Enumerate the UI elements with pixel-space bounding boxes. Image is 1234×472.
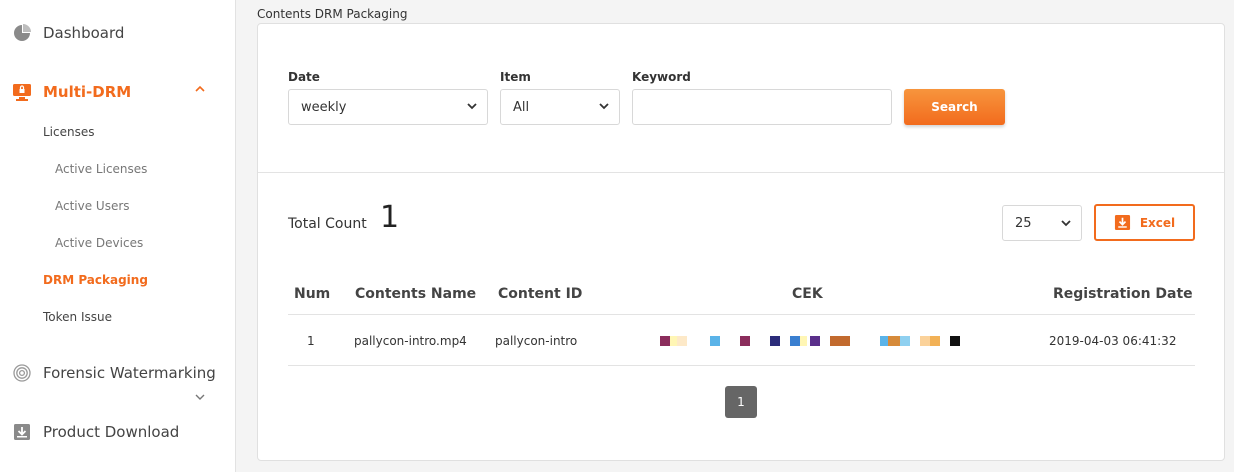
date-select[interactable]: weekly xyxy=(288,89,488,125)
pagination-page-1[interactable]: 1 xyxy=(725,386,757,418)
nav-active-devices[interactable]: Active Devices xyxy=(55,236,143,250)
excel-button[interactable]: Excel xyxy=(1094,204,1195,241)
nav-active-licenses[interactable]: Active Licenses xyxy=(55,162,147,176)
cek-block xyxy=(900,336,910,346)
nav-forensic-label: Forensic Watermarking xyxy=(43,364,216,382)
col-cek-header: CEK xyxy=(792,286,823,302)
cek-block xyxy=(660,336,670,346)
divider xyxy=(258,172,1224,173)
excel-label: Excel xyxy=(1139,215,1176,230)
item-select-value: All xyxy=(513,99,530,115)
cek-block xyxy=(790,336,800,346)
nav-dashboard-label: Dashboard xyxy=(43,24,125,42)
total-count-label: Total Count xyxy=(288,216,367,232)
content-card: Date Item Keyword weekly All Search Tota… xyxy=(257,23,1225,461)
cek-block xyxy=(810,336,820,346)
nav-drm-packaging[interactable]: DRM Packaging xyxy=(43,273,148,287)
page-size-value: 25 xyxy=(1015,215,1032,231)
nav-active-users[interactable]: Active Users xyxy=(55,199,130,213)
nav-token-issue[interactable]: Token Issue xyxy=(43,310,112,324)
download-box-icon xyxy=(1114,214,1130,231)
date-label: Date xyxy=(288,70,320,84)
sidebar: Dashboard Multi-DRM Licenses Active Lice… xyxy=(0,0,236,472)
cell-num: 1 xyxy=(307,334,315,348)
nav-forensic-watermarking[interactable]: Forensic Watermarking xyxy=(12,363,216,383)
page-size-select[interactable]: 25 xyxy=(1002,205,1082,241)
cell-registration-date: 2019-04-03 06:41:32 xyxy=(1049,334,1177,348)
row-divider xyxy=(288,314,1195,315)
cek-block xyxy=(677,336,687,346)
cek-block xyxy=(770,336,780,346)
cell-cek-masked xyxy=(660,336,970,346)
cek-block xyxy=(670,336,677,346)
cek-block xyxy=(930,336,940,346)
cek-block xyxy=(830,336,840,346)
nav-multi-drm-label: Multi-DRM xyxy=(43,83,132,101)
cek-block xyxy=(950,336,960,346)
breadcrumb: Contents DRM Packaging xyxy=(257,7,408,21)
col-num-header: Num xyxy=(294,286,331,302)
nav-multi-drm[interactable]: Multi-DRM xyxy=(12,82,131,102)
cek-block xyxy=(840,336,850,346)
total-count-value: 1 xyxy=(380,200,400,235)
cek-block xyxy=(888,336,900,346)
nav-licenses[interactable]: Licenses xyxy=(43,125,95,139)
cell-contents-name: pallycon-intro.mp4 xyxy=(354,334,467,348)
chevron-down-icon xyxy=(1061,220,1071,227)
cek-block xyxy=(920,336,930,346)
cell-content-id: pallycon-intro xyxy=(495,334,578,348)
chevron-down-icon xyxy=(467,103,477,110)
date-select-value: weekly xyxy=(301,99,347,115)
keyword-label: Keyword xyxy=(632,70,691,84)
col-date-header: Registration Date xyxy=(1053,286,1193,302)
keyword-input[interactable] xyxy=(632,89,892,125)
col-name-header: Contents Name xyxy=(355,286,477,302)
chevron-up-icon[interactable] xyxy=(194,84,206,97)
download-box-icon xyxy=(12,422,32,442)
nav-product-download[interactable]: Product Download xyxy=(12,422,179,442)
cek-block xyxy=(740,336,750,346)
item-select[interactable]: All xyxy=(500,89,620,125)
monitor-lock-icon xyxy=(12,82,32,102)
nav-dashboard[interactable]: Dashboard xyxy=(12,23,124,43)
cek-block xyxy=(710,336,720,346)
col-id-header: Content ID xyxy=(498,286,583,302)
chevron-down-icon[interactable] xyxy=(194,392,206,405)
pie-chart-icon xyxy=(12,23,32,43)
chevron-down-icon xyxy=(599,103,609,110)
row-divider xyxy=(288,365,1195,366)
cek-block xyxy=(800,336,807,346)
cek-block xyxy=(880,336,888,346)
search-button[interactable]: Search xyxy=(904,89,1005,125)
fingerprint-icon xyxy=(12,363,32,383)
item-label: Item xyxy=(500,70,531,84)
nav-product-download-label: Product Download xyxy=(43,423,180,441)
